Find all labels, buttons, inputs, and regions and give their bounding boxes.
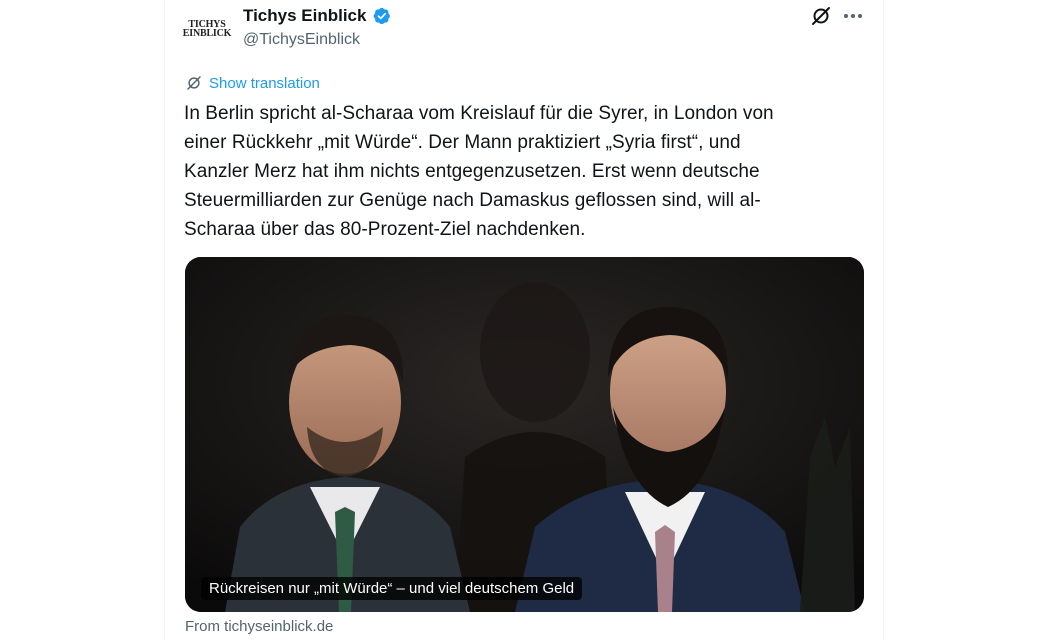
more-icon-dot [858,14,862,18]
author-name[interactable]: Tichys Einblick [243,6,366,26]
show-translation-label: Show translation [209,74,320,92]
link-card-image[interactable]: Rückreisen nur „mit Würde“ – und viel de… [185,257,864,612]
link-card-caption: Rückreisen nur „mit Würde“ – und viel de… [201,577,583,600]
news-photo [185,257,864,612]
verified-badge-icon [373,7,390,25]
avatar[interactable]: TICHYS EINBLICK [183,5,231,53]
author-handle[interactable]: @TichysEinblick [243,31,360,49]
link-card-source[interactable]: From tichyseinblick.de [185,618,333,635]
avatar-logo-line2: EINBLICK [182,28,232,39]
grok-icon[interactable] [809,4,833,28]
tweet: TICHYS EINBLICK Tichys Einblick @TichysE… [165,0,883,640]
timeline-border-right [883,0,884,640]
tweet-text: In Berlin spricht al-Scharaa vom Kreisla… [184,103,774,240]
show-translation-link[interactable]: Show translation [185,74,320,92]
grok-translate-icon [187,76,201,90]
more-icon [844,14,848,18]
more-icon-dot [851,14,855,18]
more-options-button[interactable] [841,4,865,28]
